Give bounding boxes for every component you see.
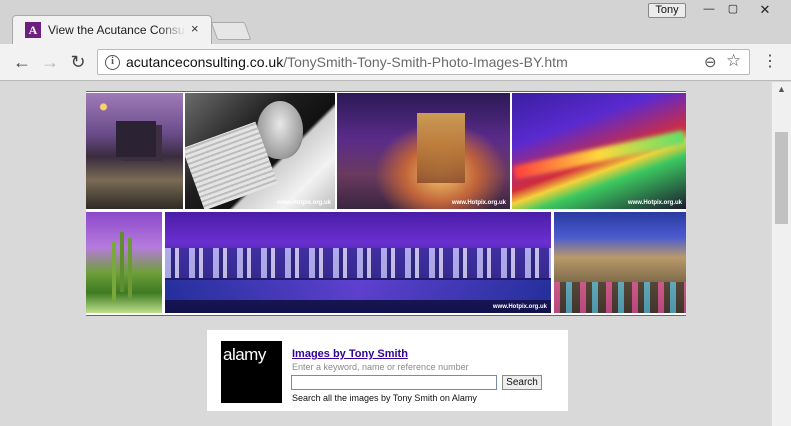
scroll-up-arrow-icon[interactable]: ▲ (777, 84, 786, 94)
vertical-scrollbar[interactable]: ▲ (771, 82, 791, 426)
alamy-search-input[interactable] (291, 375, 497, 390)
new-tab-button[interactable] (210, 22, 252, 40)
alamy-logo[interactable]: alamy (221, 341, 282, 403)
browser-toolbar: ← → ↻ i acutanceconsulting.co.uk/TonySmi… (0, 44, 791, 81)
tab-strip: A View the Acutance Consulta × Tony — ▢ … (0, 0, 791, 45)
alamy-search-widget: alamy Images by Tony Smith Enter a keywo… (207, 330, 568, 411)
browser-tab[interactable]: A View the Acutance Consulta × (12, 15, 212, 45)
forward-icon[interactable]: → (38, 50, 62, 74)
photo-light-trails[interactable]: www.Hotpix.org.uk (512, 93, 686, 209)
watermark: www.Hotpix.org.uk (276, 200, 331, 206)
watermark: www.Hotpix.org.uk (451, 200, 506, 206)
page-viewport: www.Hotpix.org.uk www.Hotpix.org.uk www.… (0, 82, 771, 426)
tab-title: View the Acutance Consulta (48, 23, 186, 37)
maximize-icon[interactable]: ▢ (721, 2, 745, 18)
alamy-search-button[interactable]: Search (502, 375, 542, 390)
bookmark-star-icon[interactable]: ☆ (726, 51, 741, 71)
alamy-search-description: Search all the images by Tony Smith on A… (292, 393, 477, 403)
photo-city-panorama[interactable]: www.Hotpix.org.uk (165, 212, 551, 313)
photo-mosaic: www.Hotpix.org.uk www.Hotpix.org.uk www.… (86, 91, 686, 316)
alamy-search-hint: Enter a keyword, name or reference numbe… (292, 362, 469, 372)
address-bar[interactable]: i acutanceconsulting.co.uk/TonySmith-Ton… (97, 49, 750, 75)
zoom-icon[interactable]: ⊖ (704, 53, 717, 71)
tab-close-icon[interactable]: × (191, 21, 199, 36)
photo-meadow-plant[interactable] (86, 212, 162, 313)
photo-castle-night[interactable] (86, 93, 183, 209)
close-window-icon[interactable]: ✕ (753, 2, 777, 18)
url-text[interactable]: acutanceconsulting.co.uk/TonySmith-Tony-… (126, 54, 568, 70)
photo-woman-newspaper[interactable]: www.Hotpix.org.uk (185, 93, 335, 209)
alamy-images-link[interactable]: Images by Tony Smith (292, 348, 408, 360)
url-host: acutanceconsulting.co.uk (126, 54, 284, 70)
back-icon[interactable]: ← (10, 50, 34, 74)
watermark: www.Hotpix.org.uk (627, 200, 682, 206)
watermark: www.Hotpix.org.uk (492, 304, 547, 310)
minimize-icon[interactable]: — (697, 2, 721, 18)
photo-town-square-night[interactable]: www.Hotpix.org.uk (337, 93, 510, 209)
photo-street-night[interactable] (554, 212, 686, 313)
favicon-icon: A (25, 22, 41, 38)
browser-menu-icon[interactable]: ⋮ (762, 52, 778, 72)
url-path: /TonySmith-Tony-Smith-Photo-Images-BY.ht… (283, 54, 568, 70)
reload-icon[interactable]: ↻ (66, 50, 90, 74)
info-icon[interactable]: i (105, 55, 120, 70)
profile-button[interactable]: Tony (648, 3, 686, 18)
scroll-thumb[interactable] (775, 132, 788, 224)
